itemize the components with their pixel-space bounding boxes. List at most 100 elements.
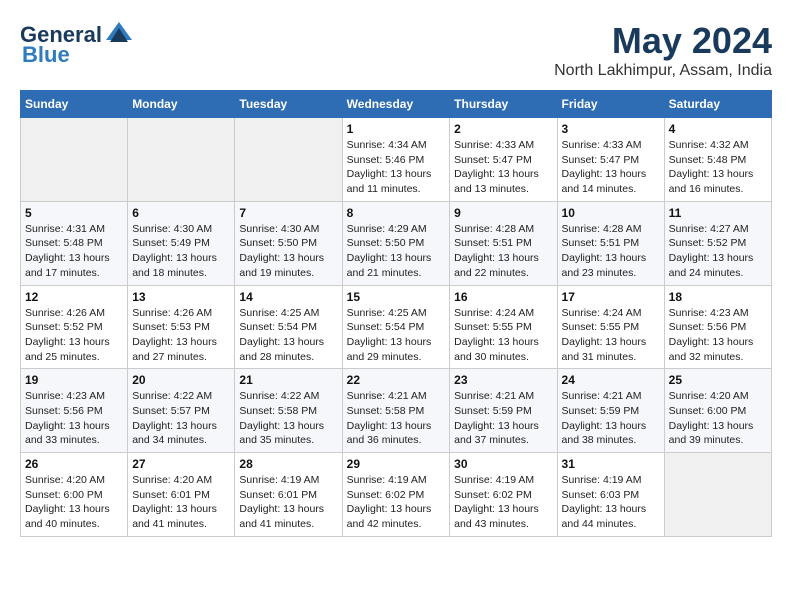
calendar-cell: 28Sunrise: 4:19 AM Sunset: 6:01 PM Dayli… <box>235 453 342 537</box>
day-number: 19 <box>25 373 123 387</box>
calendar-cell: 26 Sunrise: 4:20 AM Sunset: 6:00 PM Dayli… <box>21 453 128 537</box>
calendar-cell: 25Sunrise: 4:20 AM Sunset: 6:00 PM Dayli… <box>664 369 771 453</box>
calendar-cell: 9Sunrise: 4:28 AM Sunset: 5:51 PM Daylig… <box>450 201 557 285</box>
calendar-cell: 31Sunrise: 4:19 AM Sunset: 6:03 PM Dayli… <box>557 453 664 537</box>
calendar-cell: 22Sunrise: 4:21 AM Sunset: 5:58 PM Dayli… <box>342 369 450 453</box>
day-number: 14 <box>239 290 337 304</box>
day-info: Sunrise: 4:28 AM Sunset: 5:51 PM Dayligh… <box>454 222 552 281</box>
calendar-cell: 12 Sunrise: 4:26 AM Sunset: 5:52 PM Dayli… <box>21 285 128 369</box>
day-info: Sunrise: 4:27 AM Sunset: 5:52 PM Dayligh… <box>669 222 767 281</box>
day-info: Sunrise: 4:20 AM Sunset: 6:01 PM Dayligh… <box>132 473 230 532</box>
day-info: Sunrise: 4:23 AM Sunset: 5:56 PM Dayligh… <box>25 389 123 448</box>
day-number: 16 <box>454 290 552 304</box>
calendar-cell: 18 Sunrise: 4:23 AM Sunset: 5:56 PM Dayli… <box>664 285 771 369</box>
calendar-cell <box>21 118 128 202</box>
day-number: 26 <box>25 457 123 471</box>
weekday-header-saturday: Saturday <box>664 91 771 118</box>
day-info: Sunrise: 4:31 AM Sunset: 5:48 PM Dayligh… <box>25 222 123 281</box>
location: North Lakhimpur, Assam, India <box>554 62 772 80</box>
day-info: Sunrise: 4:34 AM Sunset: 5:46 PM Dayligh… <box>347 138 446 197</box>
calendar-cell: 29 Sunrise: 4:19 AM Sunset: 6:02 PM Dayli… <box>342 453 450 537</box>
day-info: Sunrise: 4:25 AM Sunset: 5:54 PM Dayligh… <box>347 306 446 365</box>
day-number: 15 <box>347 290 446 304</box>
calendar-week-5: 26 Sunrise: 4:20 AM Sunset: 6:00 PM Dayli… <box>21 453 772 537</box>
day-number: 10 <box>562 206 660 220</box>
logo: General Blue <box>20 20 134 68</box>
day-number: 7 <box>239 206 337 220</box>
calendar-cell: 30Sunrise: 4:19 AM Sunset: 6:02 PM Dayli… <box>450 453 557 537</box>
day-info: Sunrise: 4:26 AM Sunset: 5:52 PM Dayligh… <box>25 306 123 365</box>
calendar-week-3: 12 Sunrise: 4:26 AM Sunset: 5:52 PM Dayli… <box>21 285 772 369</box>
day-info: Sunrise: 4:23 AM Sunset: 5:56 PM Dayligh… <box>669 306 767 365</box>
day-info: Sunrise: 4:24 AM Sunset: 5:55 PM Dayligh… <box>454 306 552 365</box>
day-number: 21 <box>239 373 337 387</box>
calendar-cell <box>664 453 771 537</box>
logo-blue-text: Blue <box>22 42 70 68</box>
day-number: 23 <box>454 373 552 387</box>
day-info: Sunrise: 4:28 AM Sunset: 5:51 PM Dayligh… <box>562 222 660 281</box>
day-info: Sunrise: 4:20 AM Sunset: 6:00 PM Dayligh… <box>25 473 123 532</box>
calendar-cell: 19 Sunrise: 4:23 AM Sunset: 5:56 PM Dayli… <box>21 369 128 453</box>
day-number: 27 <box>132 457 230 471</box>
day-number: 20 <box>132 373 230 387</box>
day-info: Sunrise: 4:25 AM Sunset: 5:54 PM Dayligh… <box>239 306 337 365</box>
calendar-cell: 16 Sunrise: 4:24 AM Sunset: 5:55 PM Dayli… <box>450 285 557 369</box>
calendar-cell: 3 Sunrise: 4:33 AM Sunset: 5:47 PM Daylig… <box>557 118 664 202</box>
day-info: Sunrise: 4:33 AM Sunset: 5:47 PM Dayligh… <box>454 138 552 197</box>
day-number: 18 <box>669 290 767 304</box>
calendar-cell: 7 Sunrise: 4:30 AM Sunset: 5:50 PM Daylig… <box>235 201 342 285</box>
day-number: 29 <box>347 457 446 471</box>
calendar-cell: 24Sunrise: 4:21 AM Sunset: 5:59 PM Dayli… <box>557 369 664 453</box>
day-number: 5 <box>25 206 123 220</box>
day-number: 22 <box>347 373 446 387</box>
weekday-header-row: SundayMondayTuesdayWednesdayThursdayFrid… <box>21 91 772 118</box>
day-info: Sunrise: 4:20 AM Sunset: 6:00 PM Dayligh… <box>669 389 767 448</box>
logo-icon <box>104 20 134 50</box>
weekday-header-sunday: Sunday <box>21 91 128 118</box>
calendar-cell: 6 Sunrise: 4:30 AM Sunset: 5:49 PM Daylig… <box>128 201 235 285</box>
day-info: Sunrise: 4:32 AM Sunset: 5:48 PM Dayligh… <box>669 138 767 197</box>
calendar-week-2: 5 Sunrise: 4:31 AM Sunset: 5:48 PM Daylig… <box>21 201 772 285</box>
calendar-cell: 23 Sunrise: 4:21 AM Sunset: 5:59 PM Dayli… <box>450 369 557 453</box>
page-header: General Blue May 2024 North Lakhimpur, A… <box>20 20 772 80</box>
day-info: Sunrise: 4:21 AM Sunset: 5:59 PM Dayligh… <box>454 389 552 448</box>
calendar-cell <box>128 118 235 202</box>
calendar-cell: 10 Sunrise: 4:28 AM Sunset: 5:51 PM Dayli… <box>557 201 664 285</box>
calendar-week-4: 19 Sunrise: 4:23 AM Sunset: 5:56 PM Dayli… <box>21 369 772 453</box>
day-info: Sunrise: 4:19 AM Sunset: 6:01 PM Dayligh… <box>239 473 337 532</box>
calendar-cell: 21 Sunrise: 4:22 AM Sunset: 5:58 PM Dayli… <box>235 369 342 453</box>
day-number: 12 <box>25 290 123 304</box>
calendar-cell: 14 Sunrise: 4:25 AM Sunset: 5:54 PM Dayli… <box>235 285 342 369</box>
calendar-cell: 4 Sunrise: 4:32 AM Sunset: 5:48 PM Daylig… <box>664 118 771 202</box>
weekday-header-monday: Monday <box>128 91 235 118</box>
calendar-cell: 17 Sunrise: 4:24 AM Sunset: 5:55 PM Dayli… <box>557 285 664 369</box>
day-number: 24 <box>562 373 660 387</box>
calendar-cell: 13Sunrise: 4:26 AM Sunset: 5:53 PM Dayli… <box>128 285 235 369</box>
title-block: May 2024 North Lakhimpur, Assam, India <box>554 20 772 80</box>
day-number: 30 <box>454 457 552 471</box>
calendar-cell: 20Sunrise: 4:22 AM Sunset: 5:57 PM Dayli… <box>128 369 235 453</box>
day-info: Sunrise: 4:33 AM Sunset: 5:47 PM Dayligh… <box>562 138 660 197</box>
calendar-table: SundayMondayTuesdayWednesdayThursdayFrid… <box>20 90 772 537</box>
calendar-cell: 15 Sunrise: 4:25 AM Sunset: 5:54 PM Dayli… <box>342 285 450 369</box>
day-number: 31 <box>562 457 660 471</box>
weekday-header-tuesday: Tuesday <box>235 91 342 118</box>
day-info: Sunrise: 4:30 AM Sunset: 5:49 PM Dayligh… <box>132 222 230 281</box>
day-number: 2 <box>454 122 552 136</box>
day-info: Sunrise: 4:24 AM Sunset: 5:55 PM Dayligh… <box>562 306 660 365</box>
day-number: 17 <box>562 290 660 304</box>
day-number: 1 <box>347 122 446 136</box>
day-number: 3 <box>562 122 660 136</box>
day-info: Sunrise: 4:29 AM Sunset: 5:50 PM Dayligh… <box>347 222 446 281</box>
month-title: May 2024 <box>554 20 772 62</box>
day-number: 6 <box>132 206 230 220</box>
day-number: 4 <box>669 122 767 136</box>
day-info: Sunrise: 4:22 AM Sunset: 5:58 PM Dayligh… <box>239 389 337 448</box>
calendar-cell: 8Sunrise: 4:29 AM Sunset: 5:50 PM Daylig… <box>342 201 450 285</box>
calendar-cell <box>235 118 342 202</box>
day-info: Sunrise: 4:30 AM Sunset: 5:50 PM Dayligh… <box>239 222 337 281</box>
calendar-cell: 5 Sunrise: 4:31 AM Sunset: 5:48 PM Daylig… <box>21 201 128 285</box>
day-info: Sunrise: 4:19 AM Sunset: 6:02 PM Dayligh… <box>347 473 446 532</box>
day-number: 11 <box>669 206 767 220</box>
calendar-cell: 1 Sunrise: 4:34 AM Sunset: 5:46 PM Daylig… <box>342 118 450 202</box>
